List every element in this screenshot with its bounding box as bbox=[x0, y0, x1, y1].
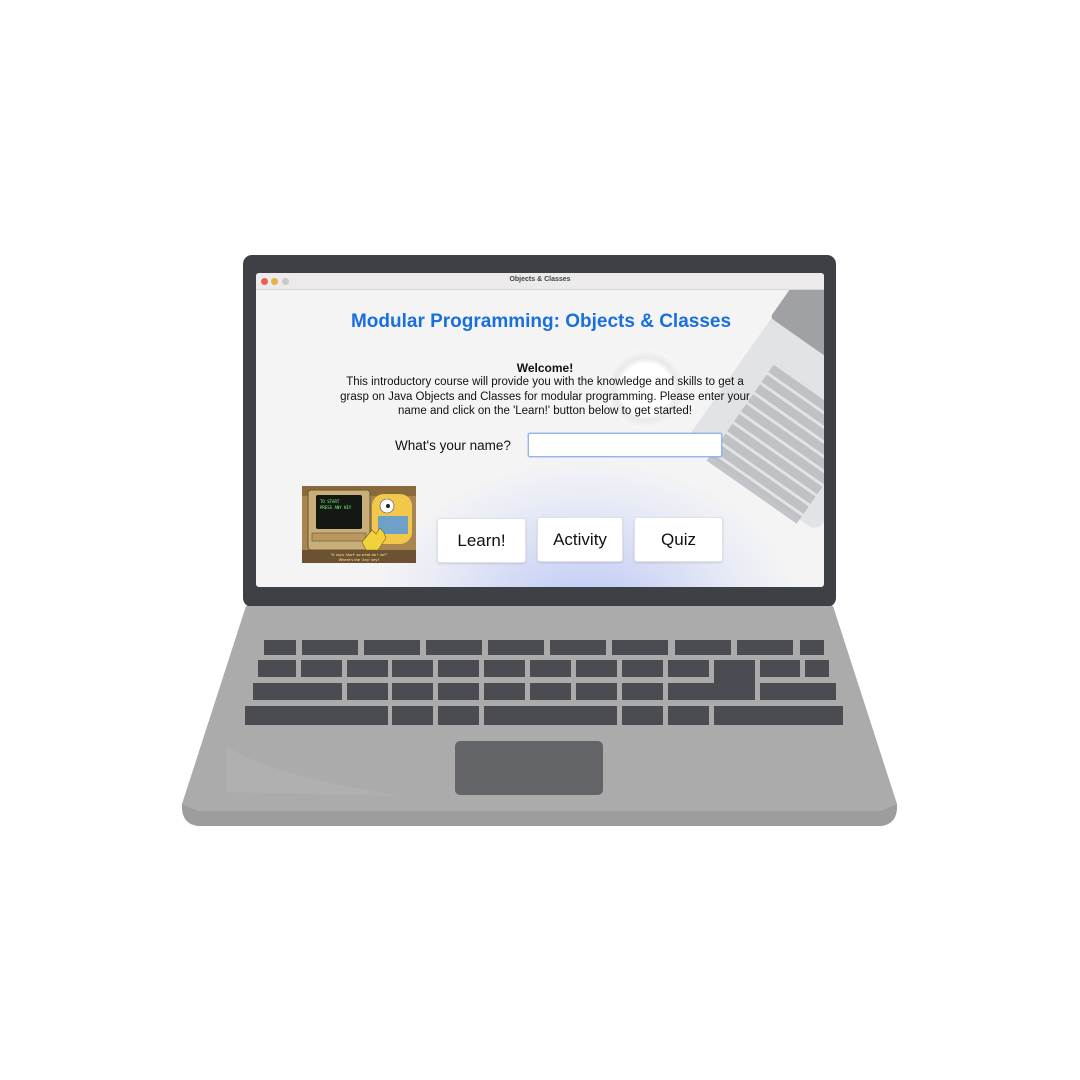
keyboard-key bbox=[576, 683, 617, 700]
welcome-heading: Welcome! bbox=[516, 361, 574, 375]
keyboard-key bbox=[760, 660, 800, 677]
meme-image: TO START PRESS ANY KEY "It says 'start' … bbox=[302, 486, 416, 563]
keyboard-key bbox=[364, 640, 420, 655]
keyboard-key bbox=[714, 660, 755, 700]
keyboard-key bbox=[668, 683, 714, 700]
keyboard-key bbox=[737, 640, 793, 655]
keyboard-key bbox=[264, 640, 296, 655]
keyboard-key bbox=[668, 706, 709, 725]
keyboard-key bbox=[484, 683, 525, 700]
keyboard-key bbox=[612, 640, 668, 655]
keyboard-key bbox=[714, 706, 843, 725]
keyboard-key bbox=[805, 660, 829, 677]
keyboard-key bbox=[438, 660, 479, 677]
activity-button[interactable]: Activity bbox=[537, 517, 623, 562]
keyboard-key bbox=[253, 683, 342, 700]
keyboard-key bbox=[392, 660, 433, 677]
keyboard-key bbox=[347, 660, 388, 677]
keyboard-key bbox=[301, 660, 342, 677]
keyboard-key bbox=[438, 683, 479, 700]
intro-text: This introductory course will provide yo… bbox=[318, 375, 772, 419]
keyboard-key bbox=[258, 660, 296, 677]
intro-line: name and click on the 'Learn!' button be… bbox=[398, 405, 692, 417]
keyboard-key bbox=[668, 660, 709, 677]
intro-line: This introductory course will provide yo… bbox=[346, 376, 744, 388]
keyboard-key bbox=[438, 706, 479, 725]
keyboard-key bbox=[530, 660, 571, 677]
keyboard-key bbox=[245, 706, 388, 725]
keyboard-key bbox=[484, 660, 525, 677]
window-title: Objects & Classes bbox=[509, 276, 571, 283]
trackpad bbox=[455, 741, 603, 795]
keyboard-key bbox=[530, 683, 571, 700]
meme-caption-2: Where's the 'Any' key? bbox=[339, 558, 380, 562]
window-titlebar: Objects & Classes bbox=[256, 273, 824, 290]
learn-button[interactable]: Learn! bbox=[437, 518, 526, 563]
keyboard-key bbox=[622, 660, 663, 677]
name-label: What's your name? bbox=[395, 438, 511, 453]
name-input[interactable] bbox=[528, 433, 722, 457]
keyboard-key bbox=[622, 706, 663, 725]
keyboard-key bbox=[426, 640, 482, 655]
keyboard-key bbox=[675, 640, 731, 655]
keyboard-key bbox=[760, 683, 836, 700]
meme-caption-1: "It says 'start' so what do I do?" bbox=[330, 553, 387, 557]
keyboard-key bbox=[392, 706, 433, 725]
meme-screen-text-2: PRESS ANY KEY bbox=[320, 505, 352, 510]
keyboard-key bbox=[622, 683, 663, 700]
keyboard-key bbox=[576, 660, 617, 677]
keyboard-key bbox=[484, 706, 617, 725]
keyboard-key bbox=[488, 640, 544, 655]
keyboard-key bbox=[392, 683, 433, 700]
keyboard-key bbox=[800, 640, 824, 655]
keyboard-key bbox=[347, 683, 388, 700]
keyboard-key bbox=[550, 640, 606, 655]
page-title: Modular Programming: Objects & Classes bbox=[350, 311, 732, 332]
keyboard-key bbox=[302, 640, 358, 655]
meme-screen-text-1: TO START bbox=[320, 499, 340, 504]
quiz-button[interactable]: Quiz bbox=[634, 517, 723, 562]
intro-line: grasp on Java Objects and Classes for mo… bbox=[340, 390, 750, 403]
app-window: Objects & Classes Modular Programming: O… bbox=[256, 273, 824, 587]
meme-illustration: TO START PRESS ANY KEY "It says 'start' … bbox=[302, 486, 416, 563]
